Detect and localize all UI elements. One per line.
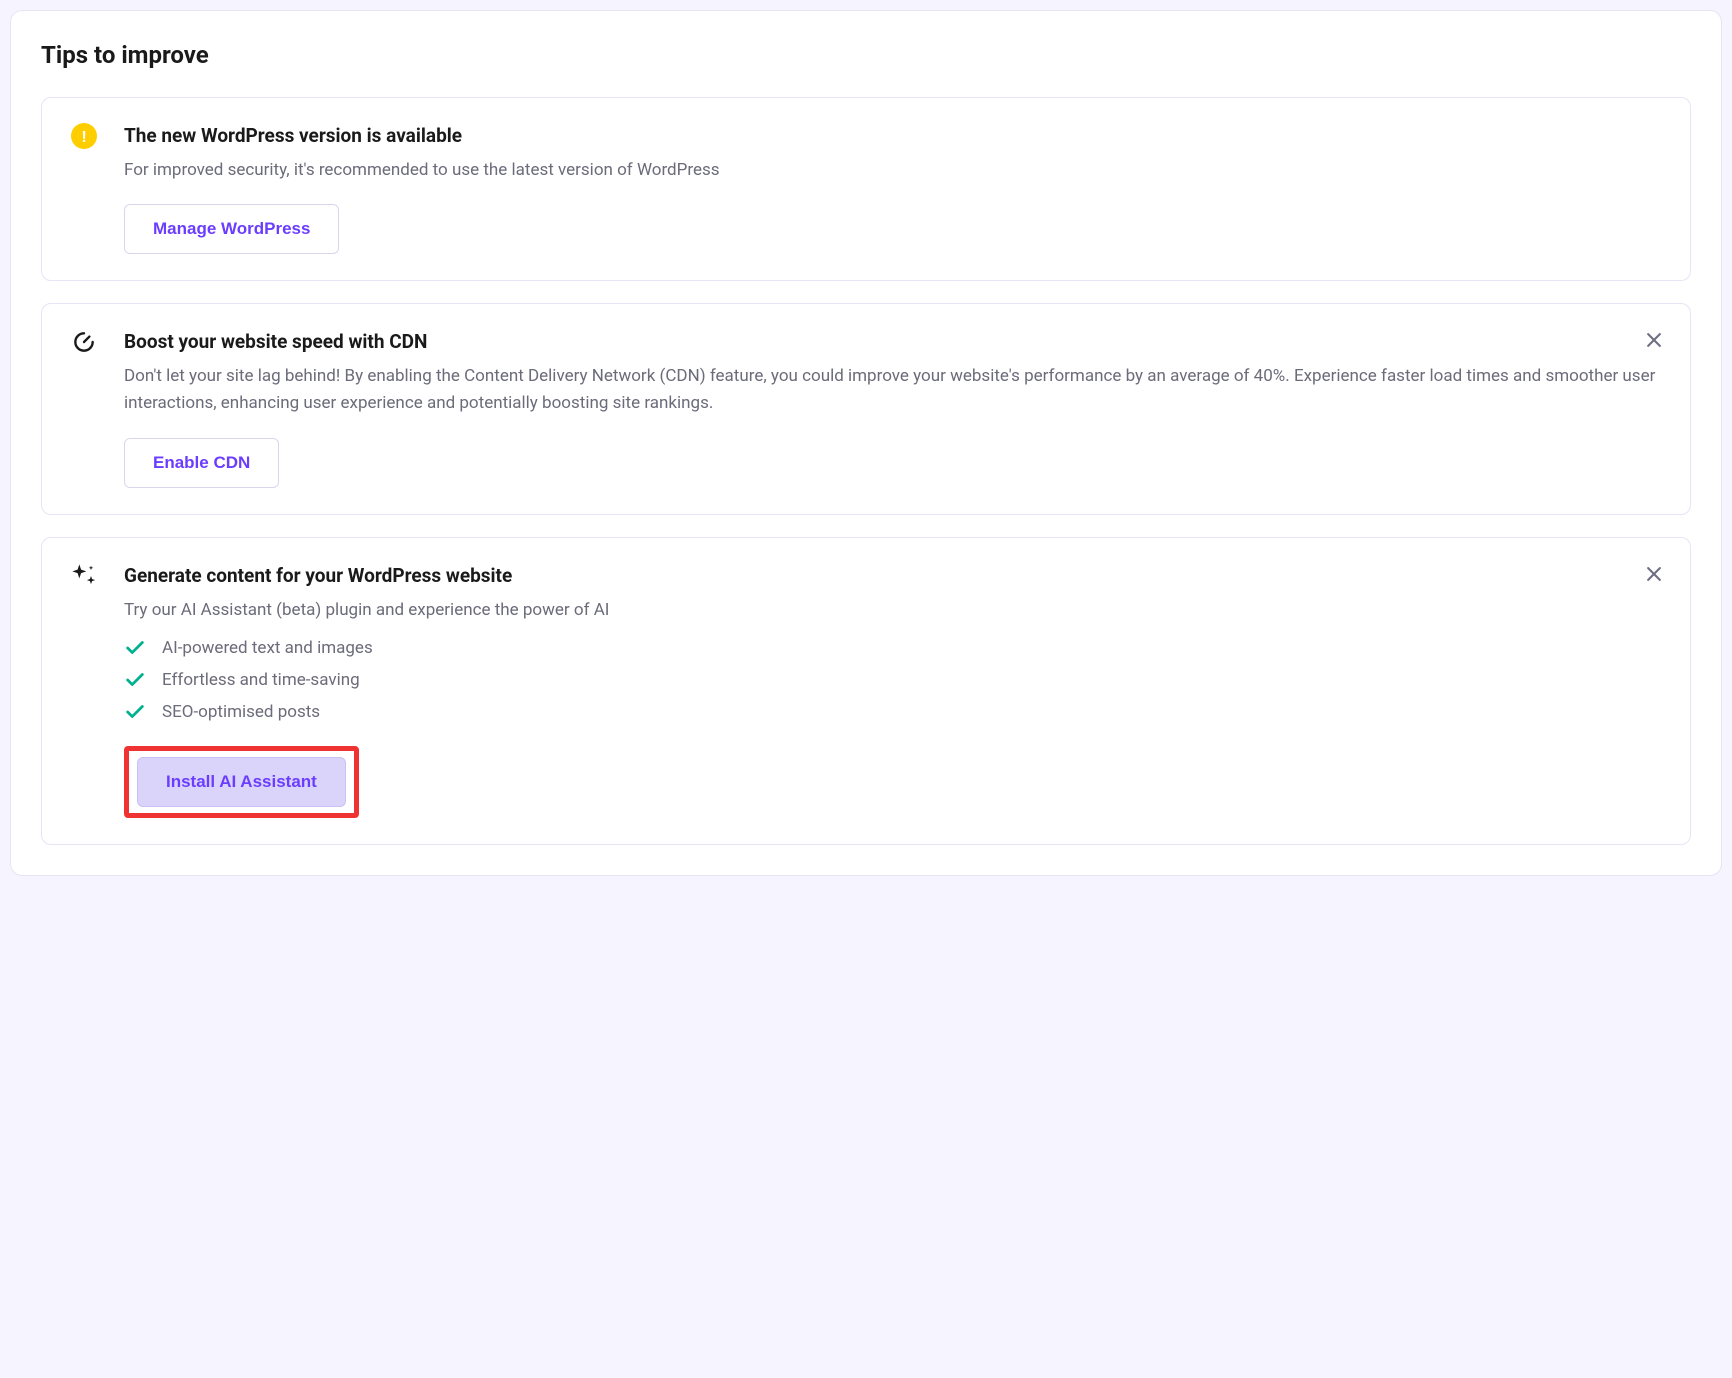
- manage-wordpress-button[interactable]: Manage WordPress: [124, 204, 339, 254]
- feature-list: AI-powered text and images Effortless an…: [124, 632, 1662, 728]
- feature-text: Effortless and time-saving: [162, 670, 360, 690]
- tip-content: Generate content for your WordPress webs…: [124, 564, 1662, 818]
- tip-content: The new WordPress version is available F…: [124, 124, 1662, 254]
- feature-item: Effortless and time-saving: [124, 664, 1662, 696]
- install-ai-assistant-button[interactable]: Install AI Assistant: [137, 757, 346, 807]
- check-icon: [124, 637, 146, 659]
- tip-card-ai-assistant: Generate content for your WordPress webs…: [41, 537, 1691, 845]
- close-icon[interactable]: [1640, 326, 1668, 354]
- check-icon: [124, 701, 146, 723]
- feature-item: SEO-optimised posts: [124, 696, 1662, 728]
- tip-intro: Try our AI Assistant (beta) plugin and e…: [124, 597, 1662, 624]
- feature-text: AI-powered text and images: [162, 638, 373, 658]
- sparkles-icon: [70, 562, 98, 590]
- speedometer-icon: [70, 328, 98, 356]
- tip-description: For improved security, it's recommended …: [124, 157, 1662, 184]
- tip-title: The new WordPress version is available: [124, 124, 1662, 147]
- tips-panel: Tips to improve ! The new WordPress vers…: [10, 10, 1722, 876]
- feature-text: SEO-optimised posts: [162, 702, 320, 722]
- highlight-annotation: Install AI Assistant: [124, 746, 359, 818]
- close-icon[interactable]: [1640, 560, 1668, 588]
- check-icon: [124, 669, 146, 691]
- tip-card-wordpress-update: ! The new WordPress version is available…: [41, 97, 1691, 281]
- feature-item: AI-powered text and images: [124, 632, 1662, 664]
- panel-title: Tips to improve: [41, 41, 1691, 69]
- enable-cdn-button[interactable]: Enable CDN: [124, 438, 279, 488]
- tip-card-cdn: Boost your website speed with CDN Don't …: [41, 303, 1691, 514]
- tip-title: Generate content for your WordPress webs…: [124, 564, 1662, 587]
- tip-title: Boost your website speed with CDN: [124, 330, 1662, 353]
- tip-description: Don't let your site lag behind! By enabl…: [124, 363, 1662, 417]
- warning-icon: !: [70, 122, 98, 150]
- tip-content: Boost your website speed with CDN Don't …: [124, 330, 1662, 487]
